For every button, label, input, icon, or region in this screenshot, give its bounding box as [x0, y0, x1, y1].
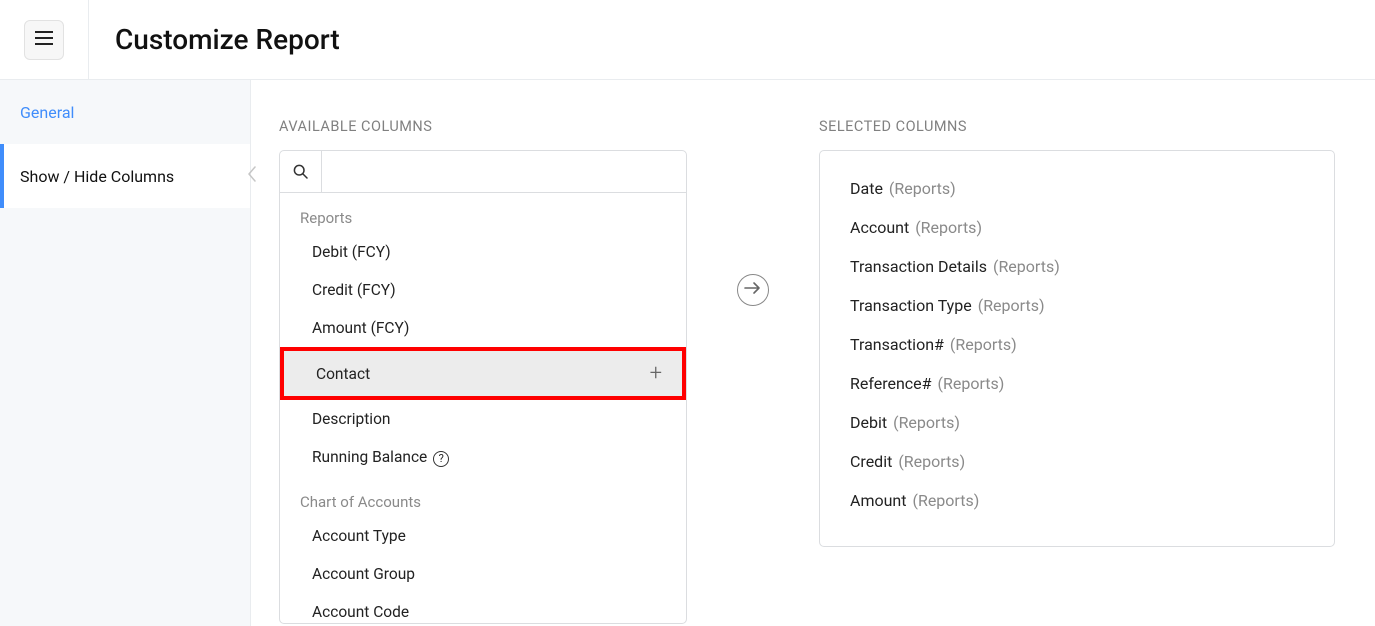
- selected-item-account[interactable]: Account(Reports): [850, 208, 1304, 247]
- chevron-left-icon: [247, 165, 257, 187]
- selected-item-date[interactable]: Date(Reports): [850, 169, 1304, 208]
- available-item-account-group[interactable]: Account Group: [280, 555, 686, 593]
- header: Customize Report: [0, 0, 1375, 80]
- available-columns-box: Reports Debit (FCY) Credit (FCY) Amount …: [279, 150, 687, 624]
- available-item-running-balance[interactable]: Running Balance?: [280, 438, 686, 477]
- content-wrap: General Show / Hide Columns AVAILABLE CO…: [0, 80, 1375, 626]
- available-item-description[interactable]: Description: [280, 400, 686, 438]
- page-title: Customize Report: [115, 23, 340, 56]
- plus-icon[interactable]: +: [650, 361, 662, 386]
- search-input[interactable]: [322, 151, 686, 192]
- group-reports-label: Reports: [280, 193, 686, 233]
- available-item-amount-fcy[interactable]: Amount (FCY): [280, 309, 686, 347]
- selected-item-transaction-details[interactable]: Transaction Details(Reports): [850, 247, 1304, 286]
- selected-item-transaction-number[interactable]: Transaction#(Reports): [850, 325, 1304, 364]
- main-area: AVAILABLE COLUMNS Reports Debit (FCY) Cr…: [251, 80, 1375, 626]
- arrow-right-icon: [744, 281, 762, 299]
- selected-item-reference-number[interactable]: Reference#(Reports): [850, 364, 1304, 403]
- sidebar: General Show / Hide Columns: [0, 80, 251, 626]
- selected-columns-panel: SELECTED COLUMNS Date(Reports) Account(R…: [819, 118, 1335, 626]
- available-item-account-code[interactable]: Account Code: [280, 593, 686, 624]
- search-icon: [280, 151, 322, 192]
- header-divider: [88, 0, 89, 80]
- selected-columns-label: SELECTED COLUMNS: [819, 118, 1335, 135]
- group-chart-of-accounts-label: Chart of Accounts: [280, 477, 686, 517]
- available-columns-label: AVAILABLE COLUMNS: [279, 118, 687, 135]
- selected-columns-box: Date(Reports) Account(Reports) Transacti…: [819, 150, 1335, 547]
- available-item-contact[interactable]: Contact +: [280, 347, 686, 400]
- help-icon[interactable]: ?: [433, 451, 449, 467]
- selected-item-debit[interactable]: Debit(Reports): [850, 403, 1304, 442]
- hamburger-icon: [35, 31, 53, 49]
- sidebar-showhide-label: Show / Hide Columns: [20, 167, 174, 186]
- sidebar-item-general[interactable]: General: [0, 80, 250, 144]
- transfer-column: [737, 118, 769, 626]
- selected-item-amount[interactable]: Amount(Reports): [850, 481, 1304, 520]
- available-columns-panel: AVAILABLE COLUMNS Reports Debit (FCY) Cr…: [279, 118, 687, 626]
- selected-item-credit[interactable]: Credit(Reports): [850, 442, 1304, 481]
- selected-item-transaction-type[interactable]: Transaction Type(Reports): [850, 286, 1304, 325]
- menu-button[interactable]: [24, 20, 64, 60]
- available-item-account-type[interactable]: Account Type: [280, 517, 686, 555]
- transfer-right-button[interactable]: [737, 274, 769, 306]
- available-item-debit-fcy[interactable]: Debit (FCY): [280, 233, 686, 271]
- search-row: [280, 151, 686, 193]
- available-item-credit-fcy[interactable]: Credit (FCY): [280, 271, 686, 309]
- available-list: Reports Debit (FCY) Credit (FCY) Amount …: [280, 193, 686, 623]
- sidebar-general-label: General: [20, 103, 74, 122]
- sidebar-item-show-hide-columns[interactable]: Show / Hide Columns: [0, 144, 250, 208]
